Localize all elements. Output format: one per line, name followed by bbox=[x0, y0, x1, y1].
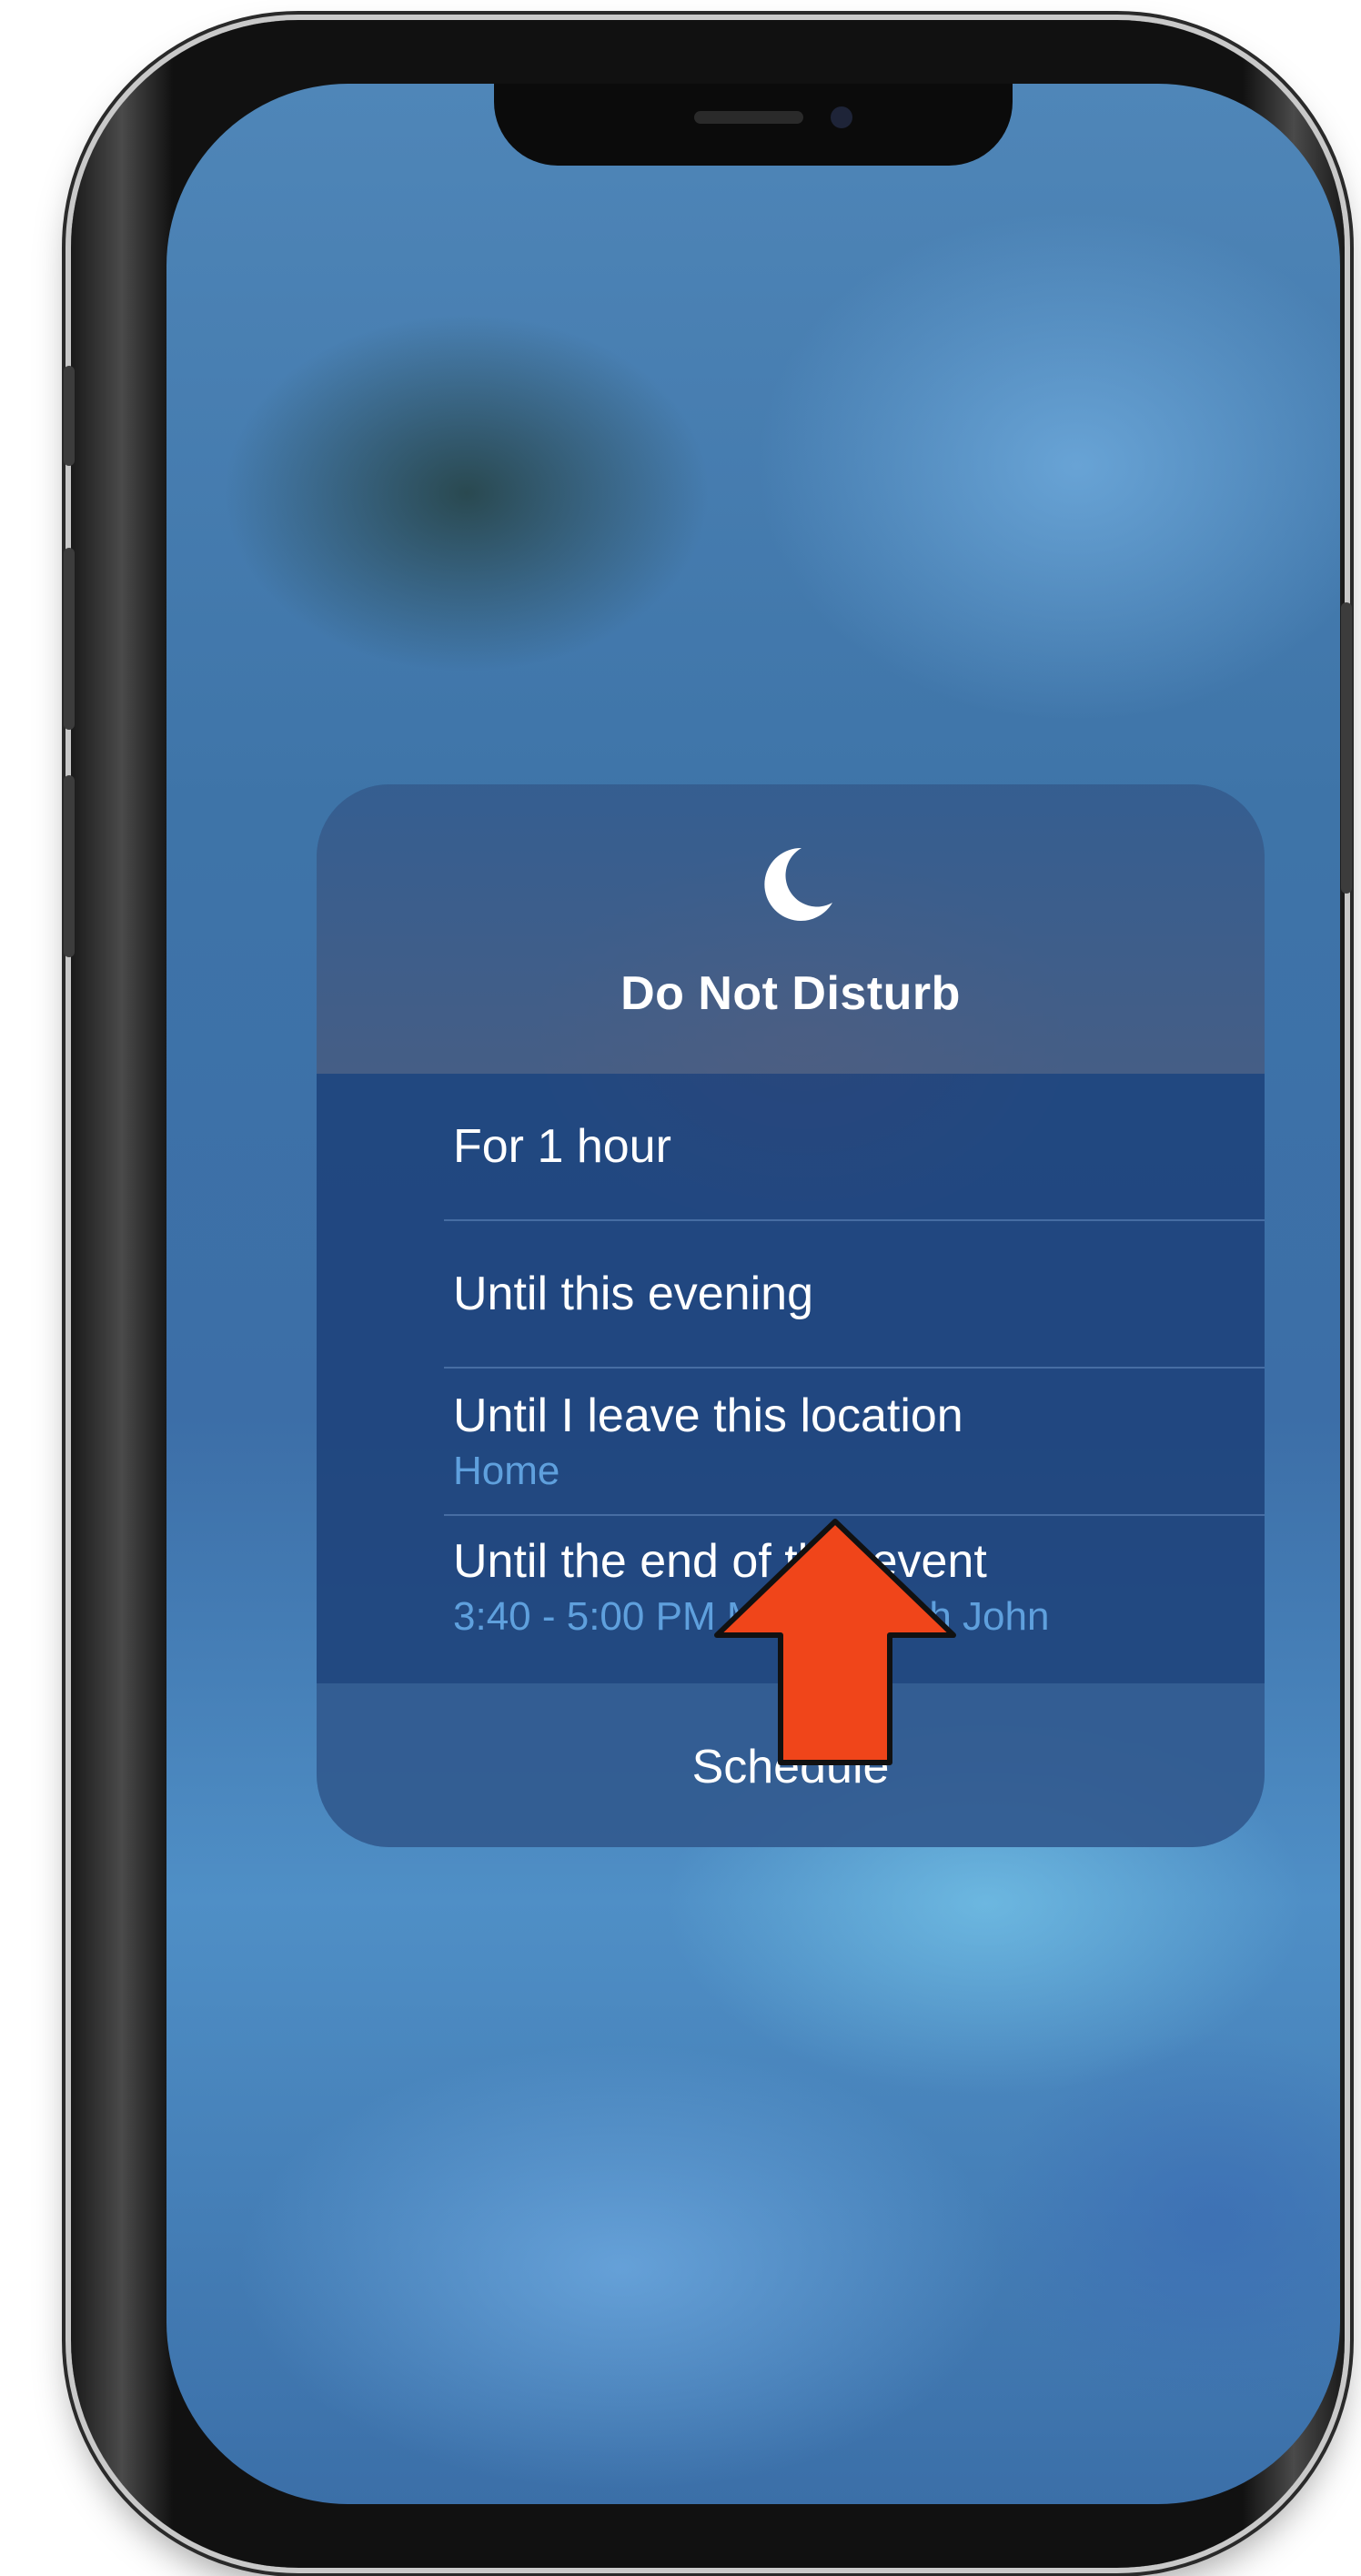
option-label: For 1 hour bbox=[453, 1120, 671, 1173]
option-sublabel: Home bbox=[453, 1449, 560, 1493]
option-until-leave-location[interactable]: Until I leave this location Home bbox=[317, 1369, 1265, 1514]
front-camera bbox=[831, 106, 852, 128]
power-button bbox=[1341, 602, 1352, 894]
phone-frame: Do Not Disturb For 1 hour Until this eve… bbox=[64, 20, 1352, 2568]
dnd-header[interactable]: Do Not Disturb bbox=[317, 784, 1265, 1074]
volume-up-button bbox=[64, 548, 75, 730]
moon-icon bbox=[764, 847, 832, 921]
phone-screen: Do Not Disturb For 1 hour Until this eve… bbox=[166, 84, 1340, 2504]
up-arrow-icon bbox=[714, 1519, 956, 1765]
option-until-evening[interactable]: Until this evening bbox=[317, 1221, 1265, 1367]
option-label: Until this evening bbox=[453, 1268, 813, 1320]
silent-switch bbox=[64, 366, 75, 466]
notch bbox=[494, 84, 1013, 166]
volume-down-button bbox=[64, 775, 75, 957]
speaker-grille bbox=[694, 111, 803, 124]
option-for-1-hour[interactable]: For 1 hour bbox=[317, 1074, 1265, 1219]
dnd-title: Do Not Disturb bbox=[620, 967, 961, 1020]
option-label: Until I leave this location bbox=[453, 1389, 963, 1442]
